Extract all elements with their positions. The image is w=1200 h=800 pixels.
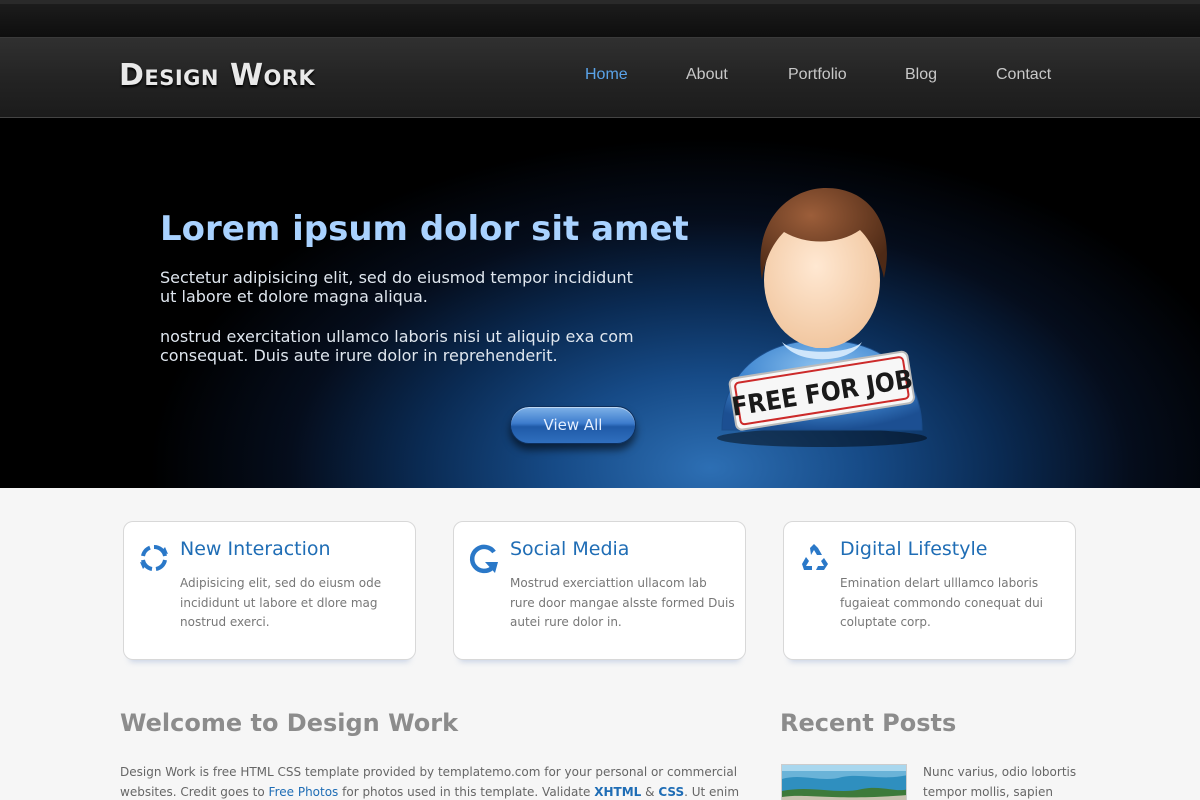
welcome-text-part: for photos used in this template. Valida… (338, 784, 595, 799)
welcome-text: Design Work is free HTML CSS template pr… (120, 763, 740, 800)
nav-item-portfolio[interactable]: Portfolio (788, 66, 847, 84)
feature-title: Social Media (510, 538, 630, 560)
hero-title: Lorem ipsum dolor sit amet (160, 209, 689, 249)
nav-item-about[interactable]: About (686, 66, 728, 84)
nav-item-home[interactable]: Home (585, 66, 628, 84)
feature-text: Mostrud exerciattion ullacom lab rure do… (510, 576, 735, 629)
hero-paragraph-1: Sectetur adipisicing elit, sed do eiusmo… (160, 268, 633, 306)
main-nav: Home About Portfolio Blog Contact (0, 66, 1200, 90)
free-photos-link[interactable]: Free Photos (269, 785, 339, 799)
recycle-icon (802, 544, 828, 570)
xhtml-link[interactable]: XHTML (594, 785, 641, 799)
recent-posts-title: Recent Posts (780, 709, 957, 737)
refresh-arrows-icon (140, 545, 168, 571)
circular-arrow-icon (470, 544, 498, 574)
css-link[interactable]: CSS (658, 785, 684, 799)
hero-paragraph-2: nostrud exercitation ullamco laboris nis… (160, 327, 634, 365)
feature-box-new-interaction: New Interaction Adipisicing elit, sed do… (123, 521, 416, 660)
coastline-photo-icon (782, 765, 906, 800)
feature-title: Digital Lifestyle (840, 538, 988, 560)
recent-post-text[interactable]: Nunc varius, odio lobortis tempor mollis… (923, 763, 1083, 800)
nav-item-contact[interactable]: Contact (996, 66, 1051, 84)
job-seeker-avatar-icon: FREE FOR JOB (717, 188, 927, 447)
post-thumbnail[interactable] (781, 764, 907, 800)
feature-title: New Interaction (180, 538, 331, 560)
nav-item-blog[interactable]: Blog (905, 66, 937, 84)
feature-box-social-media: Social Media Mostrud exerciattion ullaco… (453, 521, 746, 660)
feature-text: Emination delart ulllamco laboris fugaie… (840, 576, 1044, 629)
feature-text: Adipisicing elit, sed do eiusm ode incid… (180, 576, 382, 629)
top-strip (0, 0, 1200, 38)
welcome-title: Welcome to Design Work (120, 709, 459, 737)
feature-box-digital-lifestyle: Digital Lifestyle Emination delart ullla… (783, 521, 1076, 660)
view-all-button[interactable]: View All (510, 406, 636, 444)
welcome-text-part: & (641, 784, 659, 799)
